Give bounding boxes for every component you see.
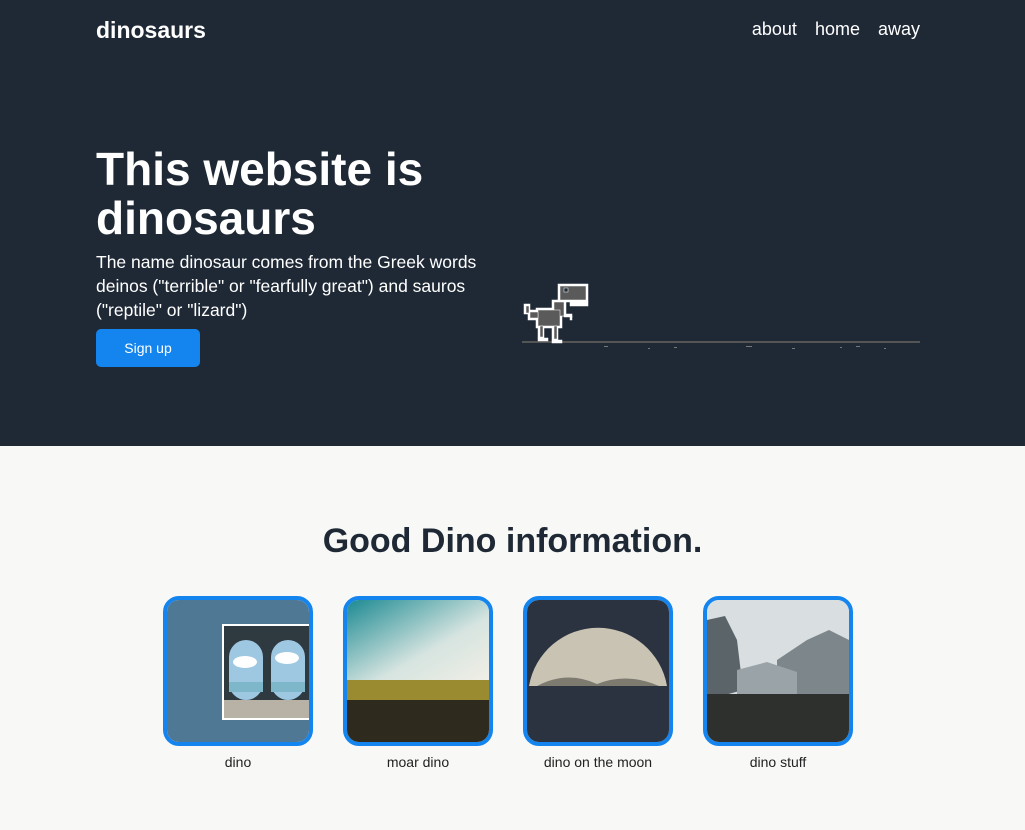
brand-logo[interactable]: dinosaurs: [96, 17, 206, 44]
trex-dino-icon: [523, 283, 589, 344]
card-label: moar dino: [386, 754, 450, 770]
signup-button[interactable]: Sign up: [96, 329, 200, 367]
hero-section: dinosaurs about home away This website i…: [0, 0, 1025, 446]
card-image-field[interactable]: [343, 596, 493, 746]
card-dino[interactable]: dino: [163, 596, 313, 770]
card-list: dino moar dino dino on the moon dino stu…: [163, 596, 853, 770]
ground-specks: [604, 346, 886, 349]
card-image-valley[interactable]: [703, 596, 853, 746]
nav-link-away[interactable]: away: [878, 19, 920, 40]
card-image-moon[interactable]: [523, 596, 673, 746]
card-image-arches[interactable]: [163, 596, 313, 746]
card-dino-stuff[interactable]: dino stuff: [703, 596, 853, 770]
card-label: dino on the moon: [543, 754, 653, 770]
nav-link-about[interactable]: about: [752, 19, 797, 40]
card-label: dino stuff: [749, 754, 807, 770]
hero-description: The name dinosaur comes from the Greek w…: [96, 252, 477, 320]
card-label: dino: [224, 754, 252, 770]
nav-link-home[interactable]: home: [815, 19, 860, 40]
section-title: Good Dino information.: [322, 522, 703, 560]
main-nav: about home away: [752, 19, 920, 40]
card-dino-on-the-moon[interactable]: dino on the moon: [523, 596, 673, 770]
hero-title: This website is dinosaurs: [96, 143, 424, 244]
card-moar-dino[interactable]: moar dino: [343, 596, 493, 770]
dino-game-canvas[interactable]: [522, 280, 922, 360]
